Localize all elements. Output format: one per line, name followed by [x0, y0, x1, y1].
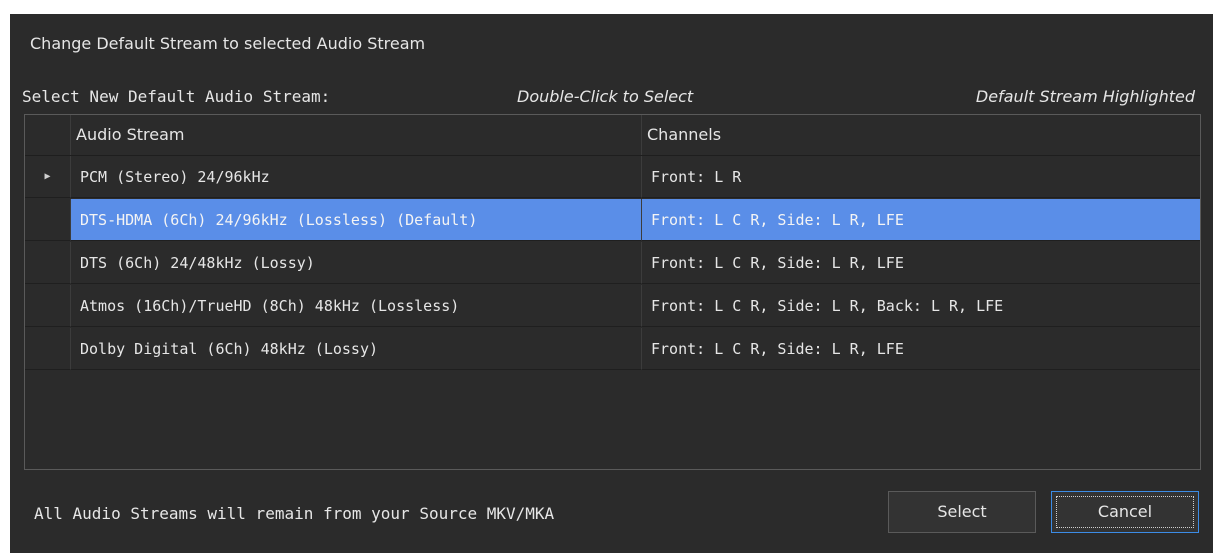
table-row[interactable]: DTS-HDMA (6Ch) 24/96kHz (Lossless) (Defa…: [25, 199, 1200, 242]
dialog-title: Change Default Stream to selected Audio …: [30, 34, 426, 53]
change-default-stream-dialog: Change Default Stream to selected Audio …: [10, 14, 1213, 553]
column-header-audio-stream[interactable]: Audio Stream: [71, 115, 642, 155]
channels-cell[interactable]: Front: L R: [642, 156, 1200, 198]
footer-note: All Audio Streams will remain from your …: [34, 504, 555, 523]
column-header-channels[interactable]: Channels: [642, 115, 1200, 155]
row-header[interactable]: [25, 285, 71, 327]
row-header[interactable]: [25, 242, 71, 284]
select-stream-label: Select New Default Audio Stream:: [22, 87, 331, 106]
audio-stream-cell[interactable]: DTS-HDMA (6Ch) 24/96kHz (Lossless) (Defa…: [71, 199, 642, 241]
channels-cell[interactable]: Front: L C R, Side: L R, Back: L R, LFE: [642, 285, 1200, 327]
grid-header: Audio Stream Channels: [25, 115, 1200, 156]
audio-stream-cell[interactable]: PCM (Stereo) 24/96kHz: [71, 156, 642, 198]
select-button[interactable]: Select: [888, 491, 1036, 533]
cancel-button-label: Cancel: [1097, 502, 1153, 521]
row-header[interactable]: [25, 199, 71, 241]
audio-stream-cell[interactable]: DTS (6Ch) 24/48kHz (Lossy): [71, 242, 642, 284]
audio-stream-grid[interactable]: Audio Stream Channels ▶ PCM (Stereo) 24/…: [24, 114, 1201, 470]
row-header[interactable]: ▶: [25, 156, 71, 198]
table-row[interactable]: Atmos (16Ch)/TrueHD (8Ch) 48kHz (Lossles…: [25, 285, 1200, 328]
row-header-corner: [25, 115, 71, 155]
audio-stream-cell[interactable]: Atmos (16Ch)/TrueHD (8Ch) 48kHz (Lossles…: [71, 285, 642, 327]
double-click-hint: Double-Click to Select: [517, 87, 694, 106]
channels-cell[interactable]: Front: L C R, Side: L R, LFE: [642, 328, 1200, 370]
triangle-right-icon: ▶: [44, 171, 51, 182]
row-header[interactable]: [25, 328, 71, 370]
table-row[interactable]: ▶ PCM (Stereo) 24/96kHz Front: L R: [25, 156, 1200, 199]
channels-cell[interactable]: Front: L C R, Side: L R, LFE: [642, 242, 1200, 284]
cancel-button[interactable]: Cancel: [1051, 491, 1199, 533]
table-row[interactable]: DTS (6Ch) 24/48kHz (Lossy) Front: L C R,…: [25, 242, 1200, 285]
table-row[interactable]: Dolby Digital (6Ch) 48kHz (Lossy) Front:…: [25, 328, 1200, 371]
audio-stream-cell[interactable]: Dolby Digital (6Ch) 48kHz (Lossy): [71, 328, 642, 370]
channels-cell[interactable]: Front: L C R, Side: L R, LFE: [642, 199, 1200, 241]
default-highlight-hint: Default Stream Highlighted: [975, 87, 1195, 106]
